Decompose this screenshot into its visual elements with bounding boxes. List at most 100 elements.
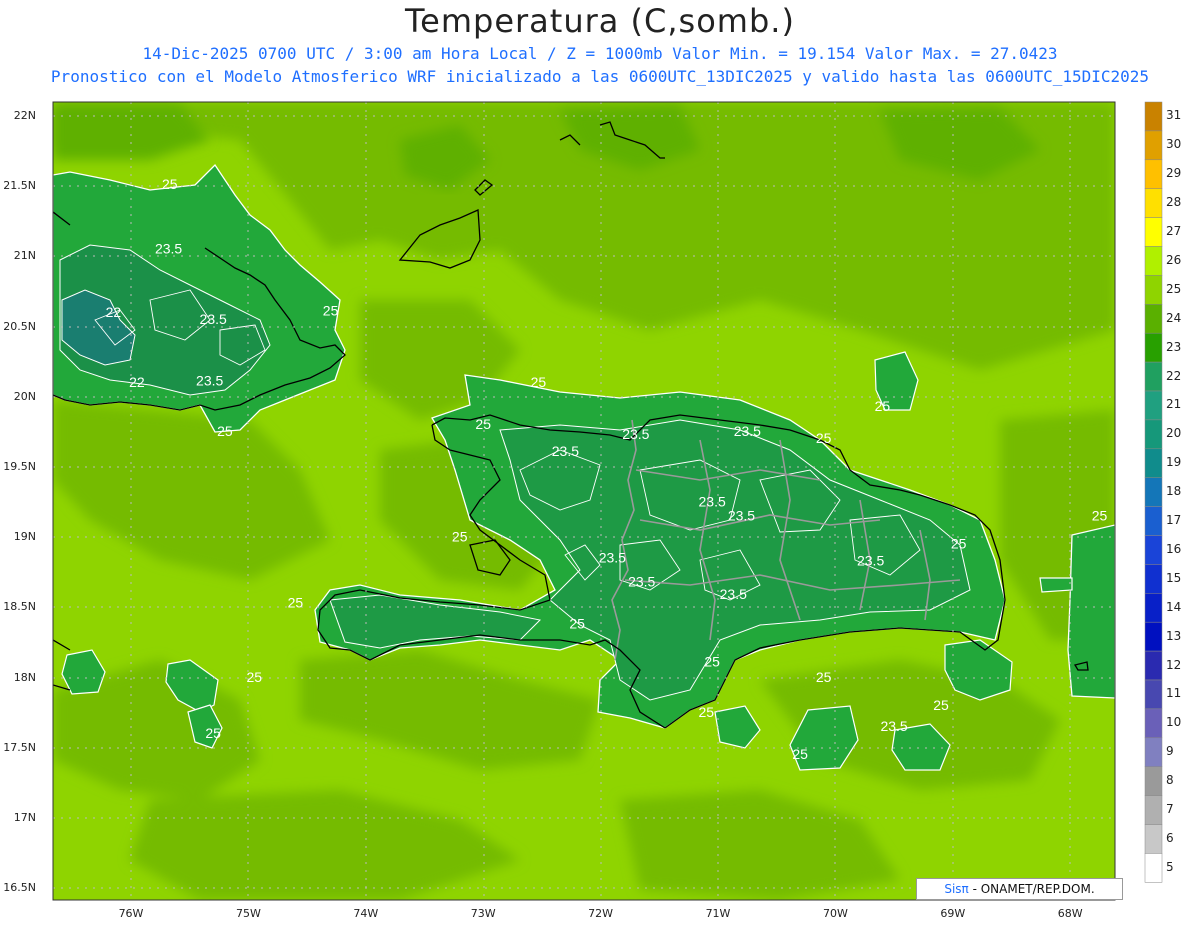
colorbar-label: 23 xyxy=(1166,339,1182,354)
colorbar-swatch xyxy=(1144,332,1163,363)
colorbar-swatch xyxy=(1144,361,1163,392)
lat-tick-label: 17N xyxy=(13,811,36,824)
lat-tick-label: 19.5N xyxy=(3,460,36,473)
colorbar-label: 25 xyxy=(1166,281,1182,296)
colorbar-swatch xyxy=(1144,246,1163,276)
contour-label: 23.5 xyxy=(728,507,755,523)
colorbar-label: 21 xyxy=(1166,397,1182,412)
contour-label: 25 xyxy=(933,697,949,713)
colorbar-swatch xyxy=(1144,159,1163,189)
colorbar-swatch xyxy=(1144,708,1163,739)
colorbar-label: 18 xyxy=(1166,484,1182,499)
contour-label: 25 xyxy=(698,704,714,720)
colorbar-swatch xyxy=(1144,506,1163,536)
lat-tick-label: 20N xyxy=(13,389,36,403)
colorbar-label: 27 xyxy=(1166,224,1182,239)
colorbar-swatch xyxy=(1144,621,1163,652)
colorbar xyxy=(1144,101,1163,883)
colorbar-label: 7 xyxy=(1166,802,1174,817)
colorbar-label: 24 xyxy=(1166,310,1182,325)
colorbar-label: 22 xyxy=(1166,368,1182,383)
colorbar-swatch xyxy=(1144,564,1163,594)
colorbar-label: 9 xyxy=(1166,744,1174,759)
contour-label: 23.5 xyxy=(880,718,907,734)
lat-tick-label: 21.5N xyxy=(3,179,36,193)
colorbar-swatch xyxy=(1144,390,1163,421)
credit-box: Sisπ - ONAMET/REP.DOM. xyxy=(916,878,1123,900)
contour-label: 23.5 xyxy=(622,426,649,442)
colorbar-label: 15 xyxy=(1166,570,1182,585)
contour-label: 25 xyxy=(704,653,720,669)
colorbar-label: 16 xyxy=(1166,541,1182,556)
colorbar-swatch xyxy=(1144,535,1163,565)
contour-label: 23.5 xyxy=(857,552,884,568)
lat-tick-label: 16.5N xyxy=(3,881,36,895)
contour-label: 23.5 xyxy=(196,373,223,389)
lon-tick-label: 74W xyxy=(353,907,379,920)
colorbar-swatch xyxy=(1144,130,1163,161)
credit-prefix: Sis xyxy=(944,882,962,896)
contour-label: 23.5 xyxy=(155,241,182,257)
contour-label: 22 xyxy=(106,304,122,320)
contour-label: 25 xyxy=(875,398,891,414)
colorbar-label: 17 xyxy=(1166,513,1182,528)
colorbar-swatch xyxy=(1144,853,1163,883)
contour-label: 25 xyxy=(951,535,967,551)
lon-tick-label: 70W xyxy=(822,907,848,920)
colorbar-swatch xyxy=(1144,679,1163,710)
lat-tick-label: 17.5N xyxy=(3,740,36,754)
colorbar-label: 10 xyxy=(1166,715,1182,730)
lon-tick-label: 71W xyxy=(705,907,731,920)
contour-label: 23.5 xyxy=(200,311,227,327)
colorbar-label: 20 xyxy=(1166,426,1182,441)
lat-tick-label: 18.5N xyxy=(3,600,36,614)
colorbar-label: 8 xyxy=(1166,773,1174,788)
contour-label: 25 xyxy=(816,430,832,446)
lat-tick-label: 20.5N xyxy=(3,319,36,333)
contour-label: 25 xyxy=(792,746,808,762)
lat-tick-label: 22N xyxy=(13,109,36,122)
colorbar-swatch xyxy=(1144,304,1163,334)
colorbar-swatch xyxy=(1144,419,1163,450)
credit-symbol: π xyxy=(961,882,969,896)
colorbar-swatch xyxy=(1144,824,1163,854)
colorbar-label: 29 xyxy=(1166,166,1182,181)
contour-label: 23.5 xyxy=(720,586,747,602)
colorbar-label: 11 xyxy=(1166,686,1182,701)
colorbar-swatch xyxy=(1144,217,1163,247)
contour-label: 25 xyxy=(323,302,339,318)
contour-label: 25 xyxy=(452,528,468,544)
contour-label: 25 xyxy=(288,594,304,610)
puerto-rico-temperature-field xyxy=(1067,524,1115,699)
colorbar-swatch xyxy=(1144,593,1163,623)
colorbar-swatch xyxy=(1144,477,1163,507)
contour-label: 22 xyxy=(129,374,145,390)
contour-label: 25 xyxy=(569,615,585,631)
colorbar-label: 13 xyxy=(1166,628,1182,643)
contour-label: 23.5 xyxy=(599,549,626,565)
lon-tick-label: 76W xyxy=(118,907,144,920)
temperature-map: 2523.522 23.52522 23.525252523.523.5 23.5 25… xyxy=(52,101,1163,901)
colorbar-swatch xyxy=(1144,101,1163,132)
lon-tick-label: 75W xyxy=(235,907,261,920)
colorbar-label: 26 xyxy=(1166,252,1182,267)
colorbar-label: 5 xyxy=(1166,859,1174,874)
contour-label: 25 xyxy=(217,423,233,439)
contour-label: 23.5 xyxy=(628,573,655,589)
colorbar-label: 31 xyxy=(1166,108,1182,123)
lon-tick-label: 68W xyxy=(1057,907,1083,920)
contour-label: 25 xyxy=(205,725,221,741)
contour-label: 23.5 xyxy=(734,423,761,439)
contour-label: 25 xyxy=(475,416,491,432)
contour-label: 25 xyxy=(162,176,178,192)
colorbar-label: 28 xyxy=(1166,195,1182,210)
lat-tick-label: 18N xyxy=(13,670,36,684)
contour-label: 25 xyxy=(1092,507,1108,523)
lat-tick-label: 21N xyxy=(13,249,36,263)
colorbar-label: 6 xyxy=(1166,830,1174,845)
colorbar-swatch xyxy=(1144,737,1163,767)
colorbar-swatch xyxy=(1144,188,1163,218)
lon-tick-label: 73W xyxy=(470,907,496,920)
contour-label: 25 xyxy=(531,374,547,390)
colorbar-swatch xyxy=(1144,766,1163,796)
